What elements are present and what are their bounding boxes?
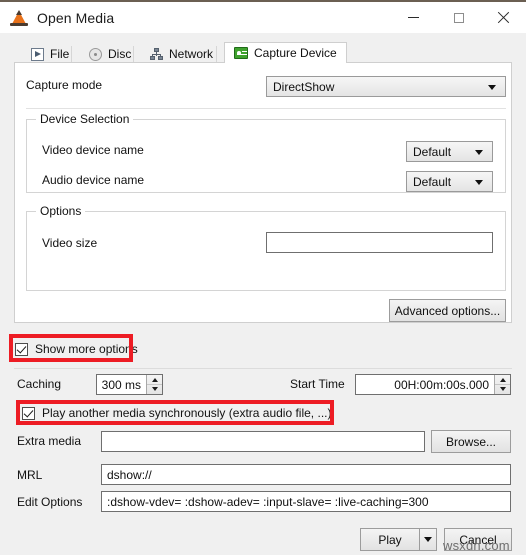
stepper-down-icon[interactable] <box>147 385 162 395</box>
maximize-button[interactable] <box>436 2 481 33</box>
options-divider <box>14 368 512 369</box>
audio-device-row: Audio device name <box>42 173 144 187</box>
maximize-icon <box>453 12 464 23</box>
tab-disc[interactable]: Disc <box>80 45 140 63</box>
video-device-label: Video device name <box>42 143 144 157</box>
chevron-down-icon <box>488 84 496 90</box>
mrl-label: MRL <box>17 468 43 482</box>
play-dropdown-button[interactable] <box>419 528 437 551</box>
capture-mode-select[interactable]: DirectShow <box>266 76 506 97</box>
tab-capture-device[interactable]: Capture Device <box>224 42 347 63</box>
play-button[interactable]: Play <box>360 528 419 551</box>
browse-button[interactable]: Browse... <box>431 430 511 453</box>
minimize-icon <box>408 17 419 18</box>
stepper-divider <box>147 384 162 385</box>
start-time-row: Start Time <box>290 377 345 391</box>
tab-file-label: File <box>50 47 70 61</box>
capture-mode-value: DirectShow <box>273 79 335 94</box>
audio-device-select[interactable]: Default <box>406 171 493 192</box>
tab-network[interactable]: Network <box>141 45 222 63</box>
video-size-row: Video size <box>42 236 97 250</box>
open-media-dialog: Open Media File Disc Network Capture Dev… <box>0 0 526 555</box>
start-time-label: Start Time <box>290 377 345 391</box>
extra-media-label: Extra media <box>17 434 82 448</box>
caching-stepper[interactable]: 300 ms <box>96 374 163 395</box>
capture-mode-label: Capture mode <box>26 78 103 92</box>
edit-options-input[interactable]: :dshow-vdev= :dshow-adev= :input-slave= … <box>101 491 511 512</box>
options-title: Options <box>36 204 86 218</box>
vlc-cone-icon <box>10 9 28 27</box>
tab-network-label: Network <box>169 47 214 61</box>
play-split-button[interactable]: Play <box>360 528 437 551</box>
video-device-row: Video device name <box>42 143 144 157</box>
show-more-options-label: Show more options <box>35 342 138 356</box>
tab-separator <box>133 46 134 62</box>
tab-disc-label: Disc <box>108 47 132 61</box>
tab-separator <box>71 46 72 62</box>
play-another-media-checkbox[interactable]: Play another media synchronously (extra … <box>22 406 331 420</box>
stepper-divider <box>495 384 510 385</box>
chevron-down-icon <box>475 179 483 185</box>
close-icon <box>497 11 510 24</box>
stepper-down-icon[interactable] <box>495 385 510 395</box>
caching-value: 300 ms <box>101 377 141 392</box>
video-device-value: Default <box>413 144 452 159</box>
disc-icon <box>89 47 102 61</box>
capture-mode-row: Capture mode <box>26 78 102 92</box>
file-icon <box>31 47 44 61</box>
video-device-select[interactable]: Default <box>406 141 493 162</box>
capture-device-panel: Capture mode DirectShow Device Selection… <box>14 62 512 323</box>
video-size-input[interactable] <box>266 232 493 253</box>
network-icon <box>150 47 163 61</box>
checkbox-indicator <box>22 406 35 420</box>
window-title: Open Media <box>37 9 115 26</box>
caching-row: Caching <box>17 377 61 391</box>
edit-options-label: Edit Options <box>17 495 83 509</box>
start-time-value: 00H:00m:00s.000 <box>394 377 489 392</box>
mrl-input[interactable]: dshow:// <box>101 464 511 485</box>
capture-device-icon <box>234 47 248 59</box>
title-bar: Open Media <box>0 2 526 33</box>
edit-options-row: Edit Options <box>17 495 82 509</box>
extra-media-input[interactable] <box>101 431 425 452</box>
show-more-options-checkbox[interactable]: Show more options <box>15 342 138 356</box>
advanced-options-button[interactable]: Advanced options... <box>389 299 506 322</box>
tab-file[interactable]: File <box>22 45 78 63</box>
watermark: wsxdn.com <box>443 538 510 553</box>
mrl-row: MRL <box>17 468 42 482</box>
window-controls <box>391 2 526 33</box>
play-another-media-label: Play another media synchronously (extra … <box>42 406 332 420</box>
audio-device-value: Default <box>413 174 452 189</box>
tab-separator <box>216 46 217 62</box>
minimize-button[interactable] <box>391 2 436 33</box>
video-size-label: Video size <box>42 236 98 250</box>
start-time-stepper[interactable]: 00H:00m:00s.000 <box>355 374 511 395</box>
section-divider <box>26 108 506 109</box>
audio-device-label: Audio device name <box>42 173 145 187</box>
caching-label: Caching <box>17 377 62 391</box>
device-selection-title: Device Selection <box>36 112 134 126</box>
extra-media-row: Extra media <box>17 434 81 448</box>
close-button[interactable] <box>481 2 526 33</box>
chevron-down-icon <box>475 149 483 155</box>
tab-bar: File Disc Network Capture Device <box>0 33 526 63</box>
checkbox-indicator <box>15 342 28 356</box>
tab-capture-device-label: Capture Device <box>254 46 337 60</box>
